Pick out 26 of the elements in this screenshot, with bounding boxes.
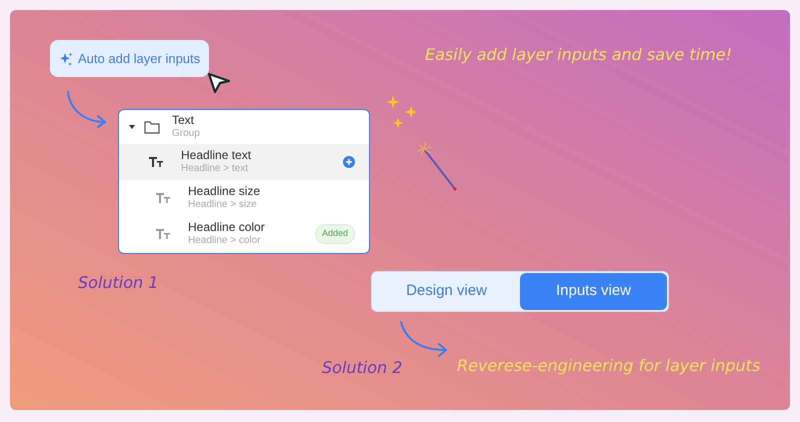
layer-path: Headline > color [188, 235, 262, 248]
text-type-icon [156, 193, 170, 203]
group-subtitle: Group [172, 128, 200, 141]
headline: Easily add layer inputs and save time! [425, 44, 732, 66]
folder-icon [144, 120, 160, 134]
layer-title: Headline size [188, 184, 262, 200]
text-type-icon [149, 157, 163, 167]
layer-row[interactable]: Headline text Headline > text [119, 144, 369, 180]
text-type-icon [156, 229, 170, 239]
solution-label: Solution 2 [322, 357, 402, 379]
layer-path: Headline > text [181, 163, 249, 176]
add-icon[interactable] [343, 156, 355, 168]
sparkle-icon [59, 52, 73, 66]
view-tab[interactable]: Inputs view [520, 273, 667, 310]
solution-label: Solution 1 [78, 272, 158, 294]
layer-title: Headline text [181, 148, 252, 164]
caret-icon[interactable] [129, 125, 135, 129]
curved-arrow [398, 320, 450, 358]
layer-row[interactable]: Headline size Headline > size [119, 180, 369, 216]
cursor-icon [207, 72, 231, 94]
group-title: Text [172, 113, 196, 128]
layer-path: Headline > size [188, 199, 258, 212]
layer-title: Headline color [188, 220, 266, 236]
added-badge: Added [314, 224, 355, 244]
layer-row[interactable]: Headline color Headline > color Added [119, 216, 369, 252]
caption: Reverese-engineering for layer inputs [457, 355, 760, 377]
